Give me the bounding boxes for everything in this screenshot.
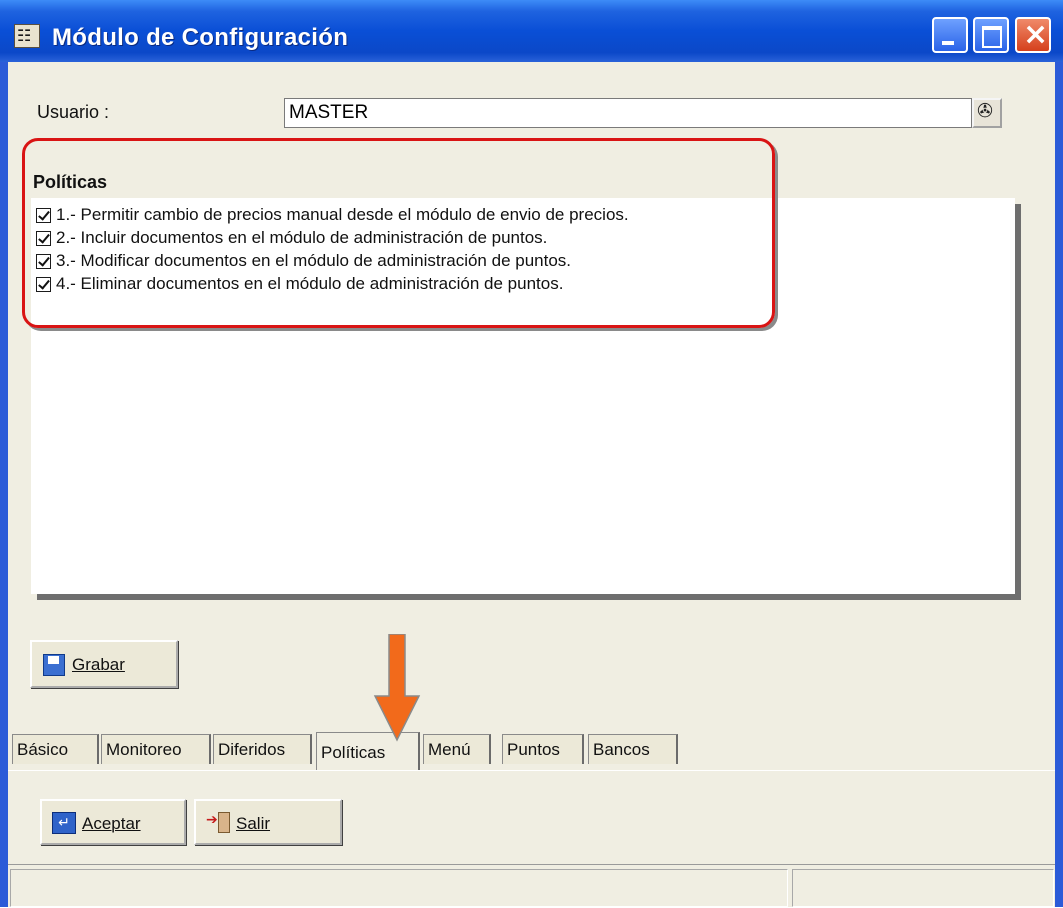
- grabar-button[interactable]: Grabar: [30, 640, 178, 688]
- arrow-annotation: [373, 634, 421, 742]
- status-bar: [8, 864, 1055, 908]
- title-bar[interactable]: ☷ Módulo de Configuración ×: [0, 0, 1063, 62]
- lookup-icon: ✇: [977, 100, 993, 122]
- enter-icon: ↵: [52, 812, 76, 834]
- minimize-button[interactable]: [932, 17, 968, 53]
- maximize-button[interactable]: [973, 17, 1009, 53]
- close-button[interactable]: ×: [1015, 17, 1051, 53]
- salir-label: Salir: [236, 814, 271, 833]
- tab-monitoreo[interactable]: Monitoreo: [101, 734, 211, 764]
- window: ☷ Módulo de Configuración × Usuario : MA…: [0, 0, 1063, 907]
- tab-menu[interactable]: Menú: [423, 734, 491, 764]
- tab-diferidos[interactable]: Diferidos: [213, 734, 312, 764]
- window-title: Módulo de Configuración: [52, 24, 349, 51]
- salir-button[interactable]: ➔ Salir: [194, 799, 342, 845]
- aceptar-label: Aceptar: [82, 814, 141, 833]
- floppy-disk-icon: [43, 654, 65, 676]
- app-icon[interactable]: ☷: [14, 24, 40, 48]
- grabar-label: Grabar: [72, 655, 125, 674]
- tab-strip: Básico Monitoreo Diferidos Políticas Men…: [8, 732, 1055, 771]
- close-icon: ×: [1023, 17, 1049, 52]
- highlight-annotation: [22, 138, 775, 328]
- user-field-value: MASTER: [289, 102, 369, 123]
- status-panel-main: [10, 869, 788, 907]
- tab-bancos[interactable]: Bancos: [588, 734, 678, 764]
- user-label: Usuario :: [37, 102, 110, 122]
- tab-puntos[interactable]: Puntos: [502, 734, 584, 764]
- user-field[interactable]: MASTER: [284, 98, 972, 128]
- client-area: Usuario : MASTER ✇ Políticas 1.- Permiti…: [8, 62, 1055, 907]
- exit-door-icon: ➔: [206, 812, 230, 833]
- tab-basico[interactable]: Básico: [12, 734, 99, 764]
- status-panel-secondary: [792, 869, 1054, 907]
- aceptar-button[interactable]: ↵ Aceptar: [40, 799, 186, 845]
- user-lookup-button[interactable]: ✇: [972, 98, 1002, 128]
